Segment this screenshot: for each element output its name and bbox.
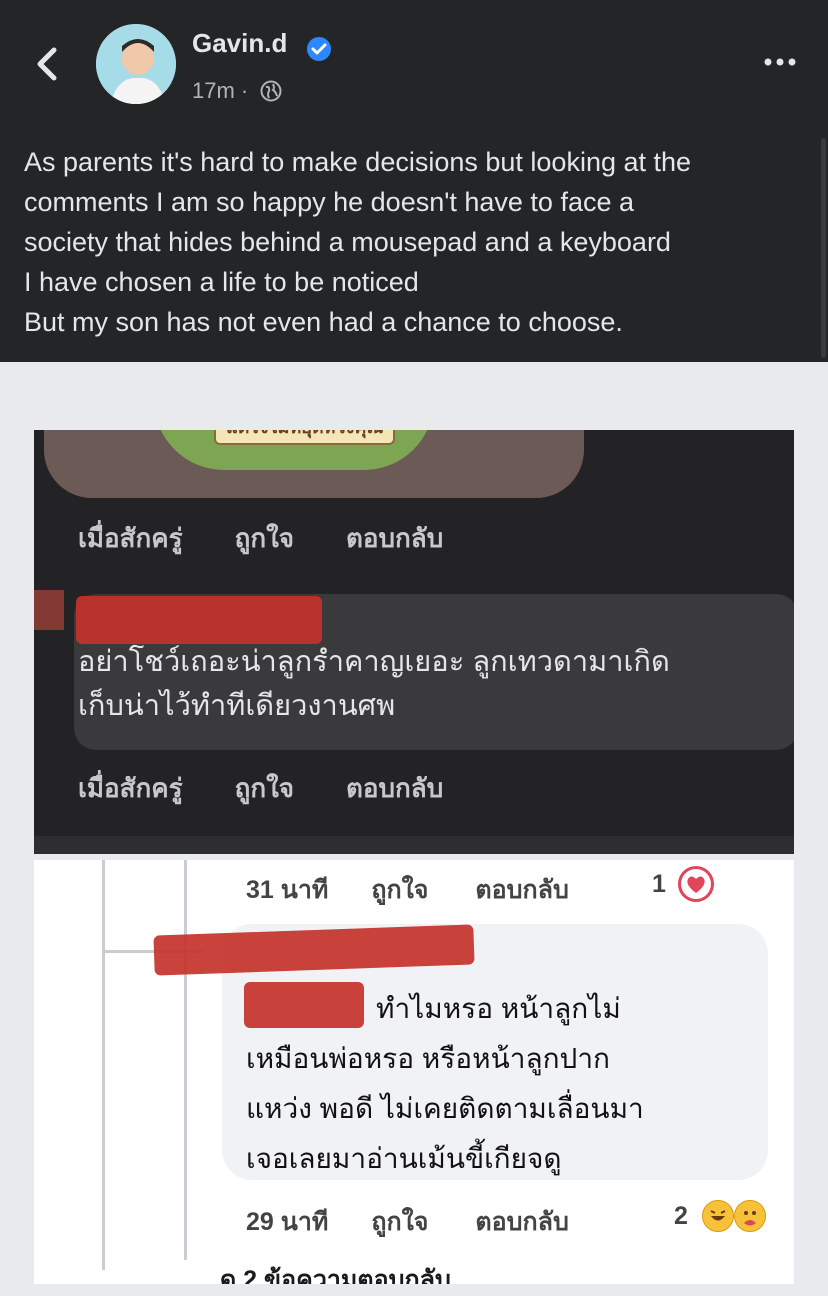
comment-line: เก็บน่าไว้ทำทีเดียวงานศพ <box>78 690 396 722</box>
reply-like: ถูกใจ <box>371 1208 429 1236</box>
more-options-icon[interactable] <box>762 52 798 72</box>
redaction-mark <box>34 590 64 630</box>
post-header: Gavin.d 17m · <box>0 0 828 130</box>
author-name[interactable]: Gavin.d <box>192 28 287 59</box>
caption-line: As parents it's hard to make decisions b… <box>24 147 692 177</box>
post-time[interactable]: 17m <box>192 78 235 103</box>
reply-line: เหมือนพ่อหรอ หรือหน้าลูกปาก <box>246 1043 610 1074</box>
reply-text: ทำไมหรอ หน้าลูกไม่ เหมือนพ่อหรอ หรือหน้า… <box>246 984 644 1184</box>
globe-icon <box>260 80 282 108</box>
comment-actions-top: เมื่อสักครู่ ถูกใจ ตอบกลับ <box>78 518 495 559</box>
reply-reply: ตอบกลับ <box>475 1208 569 1236</box>
reply-time: 31 นาที <box>246 876 329 904</box>
scrollbar[interactable] <box>821 138 826 358</box>
caption-line: comments I am so happy he doesn't have t… <box>24 187 635 217</box>
sticker-image: แต่ใจไม่หยุดห่วงคุณ <box>44 430 584 498</box>
comment-reply: ตอบกลับ <box>346 773 444 803</box>
caption-line: But my son has not even had a chance to … <box>24 307 623 337</box>
comment-text: อย่าโชว์เถอะน่าลูกรำคาญเยอะ ลูกเทวดามาเก… <box>78 640 670 728</box>
divider <box>34 836 794 854</box>
comment-actions-bottom: เมื่อสักครู่ ถูกใจ ตอบกลับ <box>78 768 495 809</box>
post-caption: As parents it's hard to make decisions b… <box>24 142 814 342</box>
post-meta: 17m · <box>192 78 282 108</box>
reply-line: ทำไมหรอ หน้าลูกไม่ <box>376 993 621 1024</box>
caption-line: I have chosen a life to be noticed <box>24 267 419 297</box>
reply-meta-top: 31 นาที ถูกใจ ตอบกลับ <box>246 870 569 910</box>
reply-meta-bottom: 29 นาที ถูกใจ ตอบกลับ <box>246 1202 569 1242</box>
view-more-replies[interactable]: ด 2 ข้อความตอบกลับ... <box>220 1260 472 1284</box>
reply-reply: ตอบกลับ <box>475 876 569 904</box>
back-icon[interactable] <box>30 44 66 84</box>
reaction-count: 1 <box>652 870 666 898</box>
thread-line <box>184 860 187 1260</box>
care-reaction-icon <box>734 1200 766 1232</box>
heart-reaction-icon <box>678 866 714 902</box>
thread-line <box>102 860 105 1270</box>
redacted-name <box>76 596 322 644</box>
light-comment-screenshot: 31 นาที ถูกใจ ตอบกลับ 1 ทำไมหรอ หน้าลูกไ… <box>34 860 794 1284</box>
comment-reply: ตอบกลับ <box>346 523 444 553</box>
meta-separator: · <box>240 78 249 103</box>
comment-like: ถูกใจ <box>234 773 295 803</box>
comment-like: ถูกใจ <box>234 523 295 553</box>
laugh-reaction-icon <box>702 1200 734 1232</box>
reply-line: เจอเลยมาอ่านเม้นขี้เกียจดู <box>246 1143 562 1174</box>
comment-time: เมื่อสักครู่ <box>78 773 183 803</box>
reply-like: ถูกใจ <box>371 876 429 904</box>
dark-comment-screenshot: แต่ใจไม่หยุดห่วงคุณ เมื่อสักครู่ถูกใจตอบ… <box>34 430 794 854</box>
comment-time: เมื่อสักครู่ <box>78 523 183 553</box>
sticker-banner: แต่ใจไม่หยุดห่วงคุณ <box>214 430 396 445</box>
reply-time: 29 นาที <box>246 1208 329 1236</box>
reply-line: แหว่ง พอดี ไม่เคยติดตามเลื่อนมา <box>246 1093 644 1124</box>
caption-line: society that hides behind a mousepad and… <box>24 227 671 257</box>
comment-line: อย่าโชว์เถอะน่าลูกรำคาญเยอะ ลูกเทวดามาเก… <box>78 646 670 678</box>
verified-badge-icon <box>306 36 332 62</box>
reaction-count: 2 <box>674 1202 688 1230</box>
avatar[interactable] <box>96 24 176 104</box>
